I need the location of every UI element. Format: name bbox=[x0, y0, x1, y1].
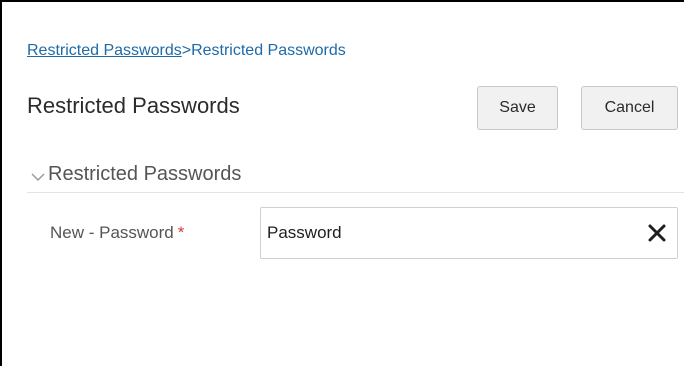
save-button[interactable]: Save bbox=[477, 86, 558, 130]
chevron-down-icon bbox=[30, 160, 46, 188]
breadcrumb: Restricted Passwords>Restricted Password… bbox=[27, 40, 346, 62]
section-header-restricted-passwords[interactable]: Restricted Passwords bbox=[30, 160, 241, 188]
breadcrumb-link-restricted-passwords[interactable]: Restricted Passwords bbox=[27, 42, 182, 59]
clear-x-icon[interactable] bbox=[645, 221, 669, 245]
section-divider bbox=[27, 192, 684, 193]
section-title: Restricted Passwords bbox=[48, 163, 242, 185]
restricted-passwords-page: Restricted Passwords>Restricted Password… bbox=[0, 0, 684, 366]
required-marker: * bbox=[177, 223, 185, 242]
new-password-field bbox=[260, 207, 678, 259]
cancel-button[interactable]: Cancel bbox=[581, 86, 678, 130]
breadcrumb-separator: > bbox=[181, 42, 192, 59]
page-title: Restricted Passwords bbox=[27, 93, 240, 118]
new-password-label: New - Password * bbox=[50, 222, 184, 244]
new-password-label-text: New - Password bbox=[50, 223, 174, 242]
breadcrumb-current: Restricted Passwords bbox=[191, 42, 346, 59]
new-password-input[interactable] bbox=[261, 208, 621, 258]
